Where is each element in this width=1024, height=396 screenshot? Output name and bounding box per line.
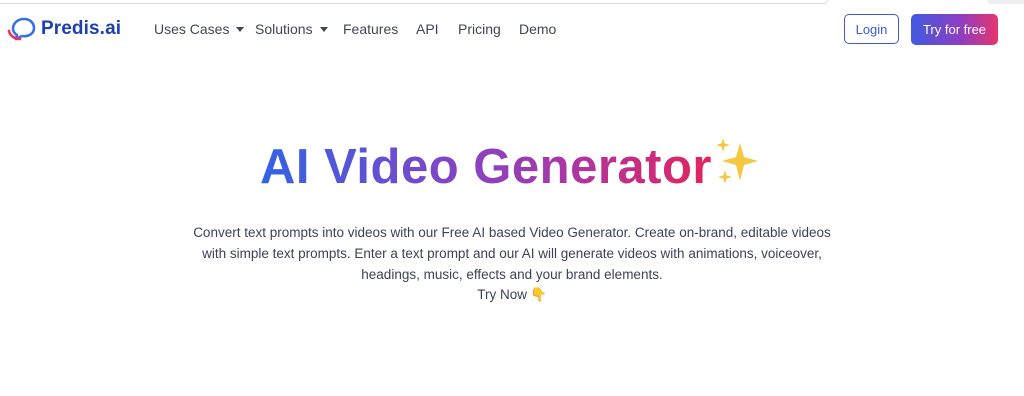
brand-name: Predis.ai bbox=[41, 18, 122, 39]
try-now-link[interactable]: Try Now 👇 bbox=[0, 285, 1024, 305]
try-now-label: Try Now bbox=[477, 287, 527, 302]
login-button[interactable]: Login bbox=[844, 14, 899, 44]
pointing-down-hand-icon: 👇 bbox=[529, 287, 547, 302]
browser-control-edge bbox=[987, 0, 1024, 4]
speech-bubble-logo-icon bbox=[7, 17, 36, 41]
hero-description: Convert text prompts into videos with ou… bbox=[193, 225, 831, 282]
hero-title: AI Video Generator bbox=[0, 136, 1024, 198]
nav-pricing[interactable]: Pricing bbox=[458, 20, 501, 38]
sparkles-icon bbox=[715, 138, 758, 184]
try-for-free-button[interactable]: Try for free bbox=[911, 14, 998, 45]
brand-logo[interactable]: Predis.ai bbox=[7, 16, 121, 42]
nav-pricing-label: Pricing bbox=[458, 21, 501, 37]
browser-top-strip bbox=[0, 0, 1024, 6]
nav-features-label: Features bbox=[343, 21, 399, 37]
nav-api-label: API bbox=[416, 21, 439, 37]
hero-title-text: AI Video Generator bbox=[260, 140, 712, 194]
nav-features[interactable]: Features bbox=[343, 20, 398, 38]
address-bar-edge bbox=[0, 0, 828, 4]
caret-down-icon bbox=[319, 27, 328, 32]
caret-down-icon bbox=[236, 27, 245, 32]
nav-demo-label: Demo bbox=[519, 21, 557, 37]
nav-uses-cases[interactable]: Uses Cases bbox=[154, 20, 245, 38]
nav-solutions[interactable]: Solutions bbox=[255, 20, 328, 38]
nav-uses-cases-label: Uses Cases bbox=[154, 21, 230, 37]
nav-solutions-label: Solutions bbox=[255, 21, 313, 37]
nav-demo[interactable]: Demo bbox=[519, 20, 556, 38]
nav-api[interactable]: API bbox=[416, 20, 439, 38]
main-navbar: Predis.ai Uses Cases Solutions Features … bbox=[0, 8, 1024, 50]
